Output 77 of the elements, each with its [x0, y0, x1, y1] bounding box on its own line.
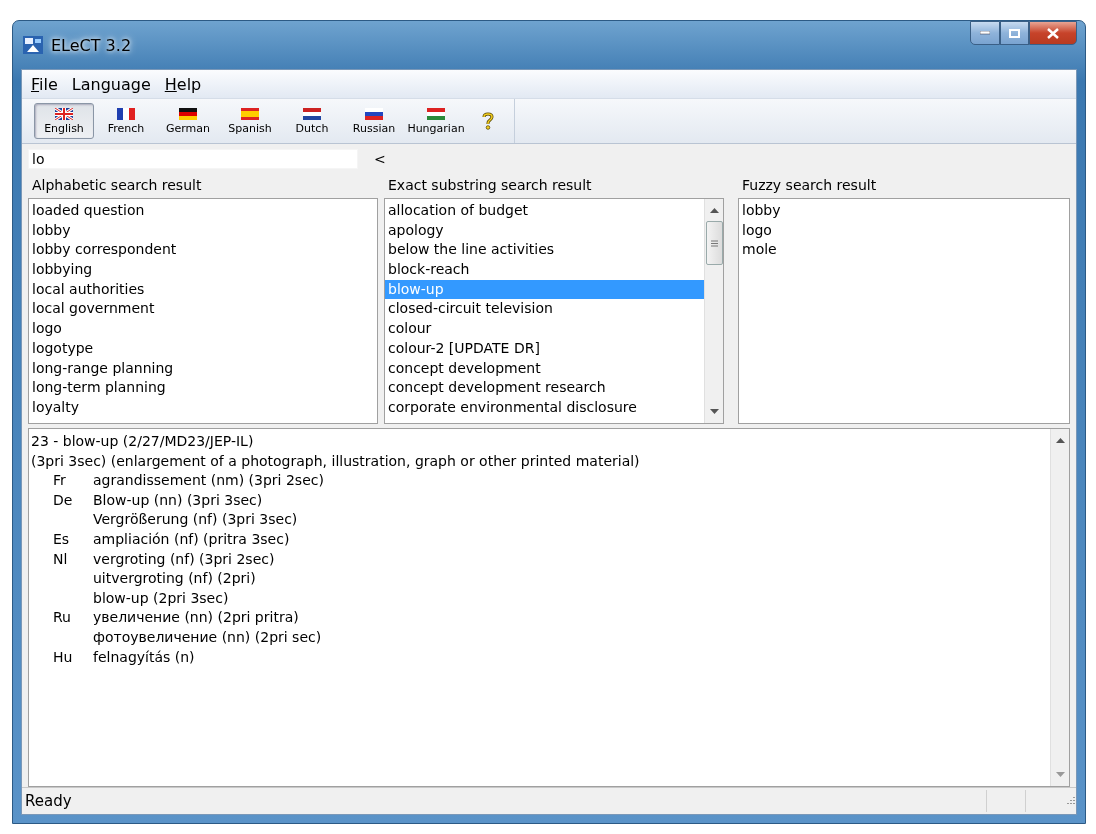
flag-icon: [117, 107, 135, 120]
menu-item[interactable]: File: [24, 74, 65, 94]
list-item[interactable]: logo: [739, 220, 1069, 241]
translation-term: uitvergroting (nf) (2pri): [93, 569, 257, 589]
list-item[interactable]: concept development: [385, 358, 704, 379]
language-button[interactable]: German: [158, 103, 218, 139]
list-item[interactable]: closed-circuit television: [385, 299, 704, 320]
scroll-bar[interactable]: [1050, 429, 1069, 786]
list-item[interactable]: lobbying: [29, 260, 377, 280]
language-code: Ru: [52, 608, 72, 628]
list-item[interactable]: loaded question: [29, 201, 377, 221]
flag-icon: [427, 107, 445, 120]
translation-term: felnagyítás (n): [93, 647, 195, 667]
entry-heading: 23 - blow-up (2/27/MD23/JEP-IL): [31, 432, 255, 451]
maximize-icon: [1009, 28, 1020, 38]
list-item[interactable]: apology: [385, 220, 704, 241]
list-item[interactable]: long-range planning: [29, 358, 377, 379]
list-item[interactable]: colour-2 [UPDATE DR]: [385, 338, 704, 359]
translation-term: agrandissement (nm) (3pri 2sec): [93, 471, 324, 491]
search-button[interactable]: <: [370, 151, 390, 167]
language-code: De: [52, 490, 74, 510]
flag-icon: [303, 107, 321, 120]
close-icon: [1047, 27, 1059, 39]
size-grip-icon: [1064, 795, 1076, 807]
flag-icon: [179, 107, 197, 120]
list-item[interactable]: lobby correspondent: [29, 240, 377, 261]
translation-term: Blow-up (nn) (3pri 3sec): [93, 490, 264, 510]
list-item[interactable]: lobby: [29, 220, 377, 241]
close-button[interactable]: [1029, 21, 1077, 45]
list-item[interactable]: colour: [385, 319, 704, 339]
flag-icon: [365, 107, 383, 120]
minimize-icon: [980, 31, 990, 35]
language-code: Hu: [52, 647, 74, 667]
list-item[interactable]: block-reach: [385, 260, 704, 280]
language-code: Fr: [52, 471, 67, 491]
translation-term: фотоувеличение (nn) (2pri sec): [93, 627, 322, 647]
list-heading: Exact substring search result: [387, 176, 593, 195]
list-item[interactable]: concept development research: [385, 378, 704, 398]
list-item[interactable]: long-term planning: [29, 378, 377, 398]
list-heading: Fuzzy search result: [741, 176, 878, 195]
translation-term: ampliación (nf) (pritra 3sec): [93, 529, 290, 549]
list-item[interactable]: corporate environmental disclosure: [385, 397, 704, 418]
help-icon: [482, 112, 494, 130]
list-item[interactable]: below the line activities: [385, 240, 704, 261]
flag-icon: [55, 107, 73, 120]
translation-term: vergroting (nf) (3pri 2sec): [93, 549, 275, 569]
window-title: ELeCT 3.2: [51, 35, 132, 55]
language-button[interactable]: Dutch: [282, 103, 342, 139]
list-item[interactable]: loyalty: [29, 397, 377, 418]
language-button[interactable]: French: [96, 103, 156, 139]
list-item[interactable]: logo: [29, 319, 377, 339]
maximize-button[interactable]: [1000, 21, 1029, 45]
language-button[interactable]: Russian: [344, 103, 404, 139]
language-button[interactable]: Hungarian: [406, 103, 466, 139]
translation-term: Vergrößerung (nf) (3pri 3sec): [93, 510, 298, 530]
status-text: Ready: [24, 792, 73, 810]
menu-item[interactable]: Language: [64, 74, 158, 94]
scroll-bar[interactable]: [704, 199, 723, 423]
list-item[interactable]: lobby: [739, 201, 1069, 221]
language-code: Nl: [52, 549, 69, 569]
list-item[interactable]: mole: [739, 240, 1069, 261]
list-item[interactable]: allocation of budget: [385, 201, 704, 221]
translation-term: увеличение (nn) (2pri pritra): [93, 608, 300, 628]
list-item[interactable]: local government: [29, 299, 377, 320]
minimize-button[interactable]: [970, 21, 1000, 45]
search-field[interactable]: lo: [28, 149, 358, 169]
translation-term: blow-up (2pri 3sec): [93, 588, 230, 608]
language-code: Es: [52, 529, 71, 549]
app-icon: [23, 36, 43, 54]
list-heading: Alphabetic search result: [31, 176, 203, 195]
entry-definition: (3pri 3sec) (enlargement of a photograph, illustration, graph or other printed material): [31, 451, 641, 471]
language-button[interactable]: Spanish: [220, 103, 280, 139]
menu-item[interactable]: Help: [157, 74, 209, 94]
list-item[interactable]: logotype: [29, 338, 377, 359]
language-button[interactable]: English: [34, 103, 94, 139]
list-item[interactable]: local authorities: [29, 279, 377, 300]
flag-icon: [241, 107, 259, 120]
